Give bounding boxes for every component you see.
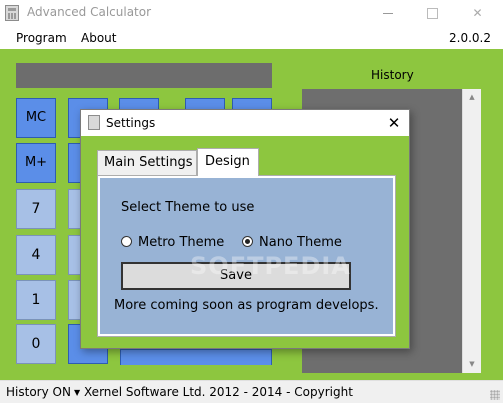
- history-toggle-dropdown[interactable]: History ON ▼: [6, 385, 80, 399]
- maximize-icon: [427, 8, 438, 19]
- copyright-text: Xernel Software Ltd. 2012 - 2014 - Copyr…: [84, 385, 353, 399]
- equals-key[interactable]: [120, 349, 272, 365]
- mc-key[interactable]: MC: [16, 98, 56, 138]
- calculator-app-icon: [88, 115, 100, 130]
- dialog-title-bar: Settings ✕: [81, 110, 409, 136]
- radio-unselected-icon[interactable]: [121, 236, 132, 247]
- tab-design[interactable]: Design: [197, 148, 259, 176]
- calculator-display: [16, 63, 272, 88]
- watermark: SOFTPEDIA: [190, 252, 351, 280]
- caret-down-icon: ▼: [73, 388, 81, 397]
- radio-selected-icon[interactable]: [242, 236, 253, 247]
- history-toggle-label: History ON: [6, 385, 71, 399]
- calculator-app-icon: [5, 5, 19, 21]
- maximize-button[interactable]: [410, 0, 455, 27]
- dialog-title: Settings: [106, 116, 156, 130]
- radio-nano-theme[interactable]: Nano Theme: [242, 235, 342, 250]
- nano-theme-label: Nano Theme: [259, 235, 342, 250]
- minimize-button[interactable]: [365, 0, 410, 27]
- status-bar: History ON ▼ Xernel Software Ltd. 2012 - …: [0, 380, 503, 403]
- dialog-close-icon[interactable]: ✕: [381, 111, 407, 135]
- menu-bar: Program About 2.0.0.2: [0, 27, 503, 49]
- key-7[interactable]: 7: [16, 189, 56, 229]
- key-4[interactable]: 4: [16, 235, 56, 275]
- close-icon: ✕: [472, 6, 483, 20]
- menu-program[interactable]: Program: [16, 31, 67, 45]
- resize-grip-icon[interactable]: [490, 390, 500, 400]
- radio-metro-theme[interactable]: Metro Theme: [121, 235, 224, 250]
- key-1[interactable]: 1: [16, 280, 56, 320]
- menu-about[interactable]: About: [81, 31, 116, 45]
- scroll-up-icon[interactable]: ▲: [463, 89, 481, 106]
- title-bar: Advanced Calculator ✕: [0, 0, 503, 27]
- history-scrollbar[interactable]: ▲ ▼: [462, 89, 481, 373]
- minimize-icon: [382, 13, 393, 14]
- m-plus-key[interactable]: M+: [16, 143, 56, 183]
- coming-soon-note: More coming soon as program develops.: [114, 298, 379, 313]
- window-title: Advanced Calculator: [27, 5, 152, 19]
- version-label: 2.0.0.2: [449, 31, 491, 45]
- theme-heading: Select Theme to use: [121, 200, 255, 215]
- scroll-down-icon[interactable]: ▼: [463, 356, 481, 373]
- close-button[interactable]: ✕: [455, 0, 500, 27]
- settings-dialog: Settings ✕ Main Settings Design Select T…: [80, 109, 410, 349]
- history-label: History: [371, 68, 414, 82]
- metro-theme-label: Metro Theme: [138, 235, 225, 250]
- tab-main-settings[interactable]: Main Settings: [97, 150, 197, 176]
- key-0[interactable]: 0: [16, 324, 56, 364]
